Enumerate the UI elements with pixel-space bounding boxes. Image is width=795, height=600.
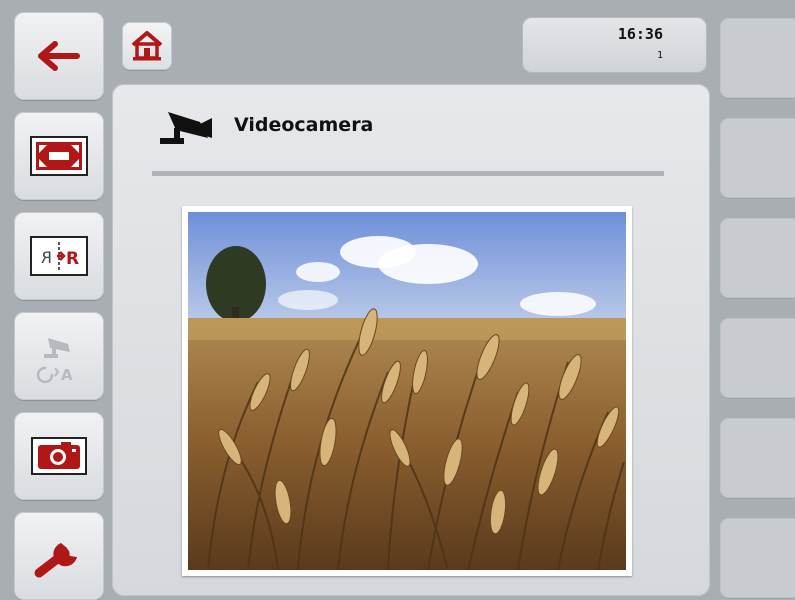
- clock-sub: 1: [656, 50, 663, 61]
- home-icon: [131, 31, 163, 61]
- video-frame: [182, 206, 632, 576]
- back-arrow-icon: [38, 41, 80, 71]
- svg-text:R: R: [41, 248, 52, 267]
- snapshot-button[interactable]: [14, 412, 104, 500]
- auto-camera-switch-button[interactable]: A: [14, 312, 104, 400]
- back-button[interactable]: [14, 12, 104, 100]
- fullscreen-icon: [30, 136, 88, 176]
- mirror-button[interactable]: R R: [14, 212, 104, 300]
- title-divider: [152, 171, 664, 176]
- mirror-image-icon: R R: [30, 236, 88, 276]
- main-panel: Videocamera: [112, 84, 710, 596]
- softkey-right-1[interactable]: [720, 18, 795, 98]
- photo-camera-icon: [31, 437, 87, 475]
- wrench-icon: [34, 543, 77, 578]
- softkey-right-4[interactable]: [720, 318, 795, 398]
- softkey-right-5[interactable]: [720, 418, 795, 498]
- softkey-right-6[interactable]: [720, 518, 795, 598]
- fullscreen-button[interactable]: [14, 112, 104, 200]
- clock-display: 16:36 1: [522, 17, 707, 73]
- softkey-right-3[interactable]: [720, 218, 795, 298]
- camera-video-feed[interactable]: [188, 212, 626, 570]
- page-title: Videocamera: [234, 114, 374, 136]
- home-button[interactable]: [122, 22, 172, 70]
- softkey-right-2[interactable]: [720, 118, 795, 198]
- settings-button[interactable]: [14, 512, 104, 600]
- svg-text:A: A: [61, 366, 73, 384]
- camera-auto-switch-icon: A: [36, 338, 73, 384]
- svg-text:R: R: [66, 249, 79, 269]
- video-camera-icon: [160, 112, 212, 144]
- clock-time: 16:36: [617, 25, 663, 43]
